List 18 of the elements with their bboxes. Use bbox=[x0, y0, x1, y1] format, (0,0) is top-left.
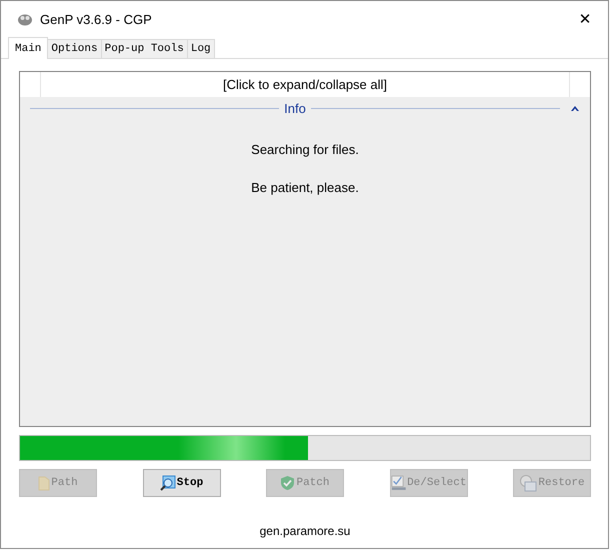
checklist-icon bbox=[390, 474, 406, 492]
tab[interactable]: Pop-up Tools bbox=[100, 39, 188, 58]
shield-check-icon bbox=[280, 475, 296, 491]
tab[interactable]: Main bbox=[8, 37, 48, 59]
close-button[interactable]: ✕ bbox=[562, 1, 608, 37]
folder-icon bbox=[38, 475, 50, 491]
info-text: Be patient, please. bbox=[250, 180, 360, 195]
group-title: Info bbox=[283, 100, 307, 116]
action-button[interactable]: Stop bbox=[142, 469, 220, 497]
website-link[interactable]: gen.paramore.su bbox=[19, 524, 591, 538]
tab[interactable]: Options bbox=[47, 39, 102, 58]
window-title: GenP v3.6.9 - CGP bbox=[40, 12, 152, 26]
tab[interactable]: Log bbox=[186, 39, 215, 58]
app-icon bbox=[17, 12, 33, 26]
restore-icon bbox=[519, 474, 538, 492]
info-text: Searching for files. bbox=[250, 142, 360, 157]
collapse-chevron-icon[interactable] bbox=[570, 104, 580, 112]
magnifier-icon bbox=[160, 475, 176, 491]
